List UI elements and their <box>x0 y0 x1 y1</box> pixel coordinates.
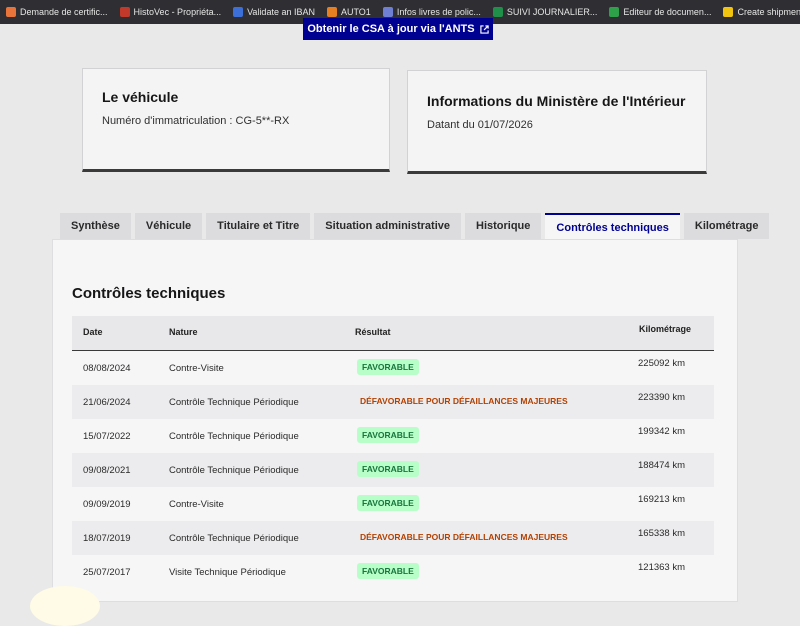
bookmark-item[interactable]: Infos livres de polic... <box>377 7 487 17</box>
table-row: 21/06/2024 Contrôle Technique Périodique D… <box>72 385 714 419</box>
row-date: 21/06/2024 <box>83 397 131 408</box>
status-badge-favorable: FAVORABLE <box>357 495 419 511</box>
flag-icon <box>119 7 130 17</box>
bookmark-item[interactable]: SUIVI JOURNALIER... <box>487 7 604 17</box>
table-row: 25/07/2017 Visite Technique Périodique FAV… <box>72 555 714 589</box>
row-mileage: 165338 km <box>638 528 686 539</box>
bookmark-label: Demande de certific... <box>20 7 108 17</box>
ministry-card: Informations du Ministère de l'Intérieur… <box>407 70 707 174</box>
registration-number: Numéro d'immatriculation : CG-5**-RX <box>102 115 290 127</box>
round-object <box>30 586 100 626</box>
status-badge-defavorable: DÉFAVORABLE POUR DÉFAILLANCES MAJEURES <box>360 396 568 406</box>
row-mileage: 121363 km <box>638 562 686 573</box>
row-nature: Contrôle Technique Périodique <box>169 465 299 476</box>
row-nature: Contrôle Technique Périodique <box>169 431 299 442</box>
tab-kilometrage[interactable]: Kilométrage <box>683 213 770 239</box>
tab-situation-administrative[interactable]: Situation administrative <box>314 213 461 239</box>
ministry-card-title: Informations du Ministère de l'Intérieur <box>427 93 686 109</box>
table-row: 15/07/2022 Contrôle Technique Périodique F… <box>72 419 714 453</box>
row-nature: Contrôle Technique Périodique <box>169 533 299 544</box>
row-date: 09/08/2021 <box>83 465 131 476</box>
bookmark-item[interactable]: Editeur de documen... <box>603 7 717 17</box>
list-icon <box>382 7 393 17</box>
tab-titulaire-et-titre[interactable]: Titulaire et Titre <box>206 213 311 239</box>
tab-label: Situation administrative <box>325 220 450 232</box>
status-badge-favorable: FAVORABLE <box>357 427 419 443</box>
row-mileage: 223390 km <box>638 392 686 403</box>
table-row: 09/08/2021 Contrôle Technique Périodique F… <box>72 453 714 487</box>
bookmark-item[interactable]: AUTO1 <box>321 7 377 17</box>
tab-bar: Synthèse Véhicule Titulaire et Titre Sit… <box>60 213 770 241</box>
status-badge-defavorable: DÉFAVORABLE POUR DÉFAILLANCES MAJEURES <box>360 532 568 542</box>
status-badge-favorable: FAVORABLE <box>357 359 419 375</box>
tab-label: Titulaire et Titre <box>217 220 300 232</box>
bookmark-label: Infos livres de polic... <box>396 7 481 17</box>
tab-controles-techniques[interactable]: Contrôles techniques <box>545 213 680 241</box>
row-nature: Contre-Visite <box>169 499 224 510</box>
row-nature: Contre-Visite <box>169 363 224 374</box>
bookmark-item[interactable]: Validate an IBAN <box>227 7 321 17</box>
row-date: 08/08/2024 <box>83 363 131 374</box>
table-row: 09/09/2019 Contre-Visite FAVORABLE 169213 k… <box>72 487 714 521</box>
row-date: 25/07/2017 <box>83 567 131 578</box>
bookmark-label: HistoVec - Propriéta... <box>133 7 222 17</box>
bookmark-label: AUTO1 <box>340 7 371 17</box>
tab-historique[interactable]: Historique <box>465 213 542 239</box>
row-date: 15/07/2022 <box>83 431 131 442</box>
doc-icon <box>6 7 16 17</box>
tab-label: Synthèse <box>71 220 120 232</box>
table-row: 18/07/2019 Contrôle Technique Périodique D… <box>72 521 714 555</box>
csa-button-label: Obtenir le CSA à jour via l'ANTS <box>307 23 475 35</box>
vehicle-card: Le véhicule Numéro d'immatriculation : C… <box>82 68 390 172</box>
tab-label: Véhicule <box>145 220 192 232</box>
column-header-km: Kilométrage <box>639 324 692 334</box>
row-nature: Contrôle Technique Périodique <box>169 397 299 408</box>
status-badge-favorable: FAVORABLE <box>357 461 419 477</box>
column-header-result: Résultat <box>355 327 391 337</box>
external-link-icon <box>479 24 489 34</box>
bookmark-label: Create shipment, sh... <box>737 7 800 17</box>
bookmark-label: Editeur de documen... <box>623 7 712 17</box>
column-header-date: Date <box>83 327 103 337</box>
ship-icon <box>723 7 734 17</box>
column-header-nature: Nature <box>169 327 198 337</box>
tab-synthese[interactable]: Synthèse <box>60 213 131 239</box>
tab-label: Kilométrage <box>694 220 759 232</box>
bookmark-item[interactable]: HistoVec - Propriéta... <box>114 7 228 17</box>
bookmark-label: Validate an IBAN <box>247 7 315 17</box>
ministry-data-date: Datant du 01/07/2026 <box>427 119 533 131</box>
vehicle-card-title: Le véhicule <box>102 89 179 105</box>
row-mileage: 199342 km <box>638 426 686 437</box>
row-mileage: 225092 km <box>638 358 686 369</box>
row-nature: Visite Technique Périodique <box>169 567 286 578</box>
row-mileage: 169213 km <box>638 494 686 505</box>
bookmark-item[interactable]: Create shipment, sh... <box>717 7 800 17</box>
grid-icon <box>492 7 503 17</box>
auto-icon <box>326 7 337 17</box>
row-mileage: 188474 km <box>638 460 686 471</box>
tab-label: Historique <box>476 220 531 232</box>
sheet-icon <box>609 7 620 17</box>
obtain-csa-button[interactable]: Obtenir le CSA à jour via l'ANTS <box>303 18 493 40</box>
tab-vehicule[interactable]: Véhicule <box>134 213 203 239</box>
table-row: 08/08/2024 Contre-Visite FAVORABLE 225092 k… <box>72 351 714 385</box>
row-date: 18/07/2019 <box>83 533 131 544</box>
row-date: 09/09/2019 <box>83 499 131 510</box>
status-badge-favorable: FAVORABLE <box>357 563 419 579</box>
section-title: Contrôles techniques <box>72 285 226 302</box>
table-header: Date Nature Résultat Kilométrage <box>72 316 714 351</box>
bookmark-label: SUIVI JOURNALIER... <box>506 7 598 17</box>
tab-label: Contrôles techniques <box>556 222 669 234</box>
bookmark-item[interactable]: Demande de certific... <box>0 7 114 17</box>
bank-icon <box>233 7 244 17</box>
